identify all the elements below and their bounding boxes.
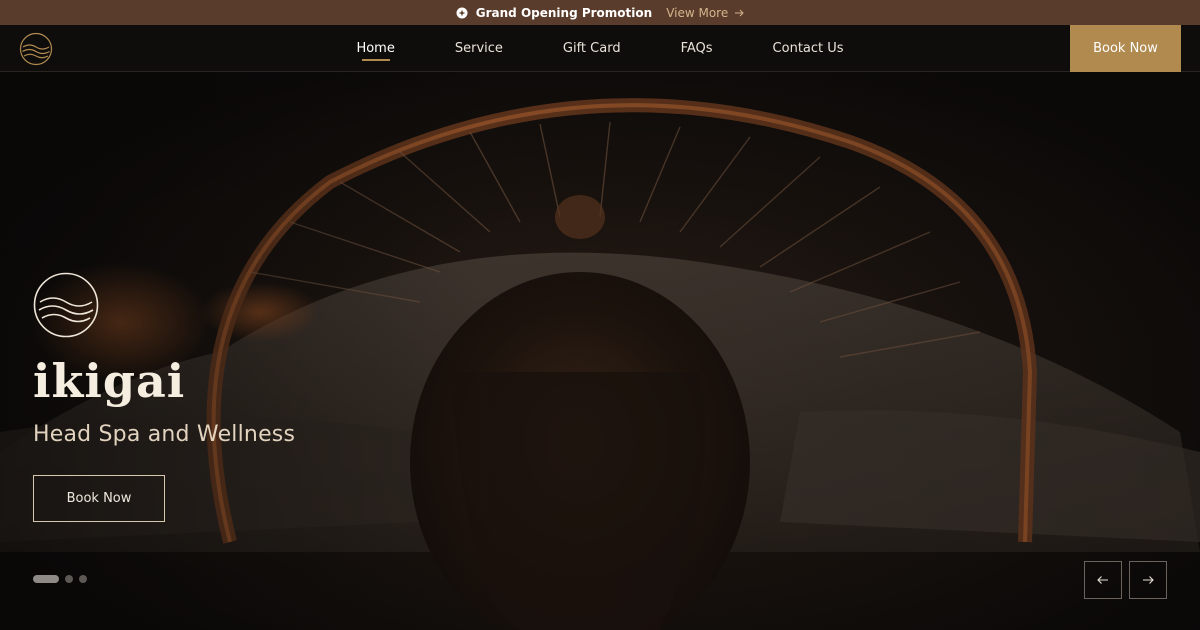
main-nav: Home Service Gift Card FAQs Contact Us: [0, 25, 1200, 72]
nav-item-faqs[interactable]: FAQs: [651, 25, 743, 72]
hero-book-now-button[interactable]: Book Now: [33, 475, 165, 522]
arrow-right-icon: [735, 9, 744, 16]
wave-circle-logo-icon[interactable]: [19, 32, 53, 66]
nav-item-gift-card[interactable]: Gift Card: [533, 25, 651, 72]
promo-title: Grand Opening Promotion: [475, 5, 653, 20]
promo-link-label: View More: [666, 5, 729, 20]
header-book-now-button[interactable]: Book Now: [1070, 25, 1181, 72]
nav-item-contact-us[interactable]: Contact Us: [743, 25, 874, 72]
hero-title: ikigai: [33, 354, 186, 408]
slider-dot-2[interactable]: [65, 575, 73, 583]
slider-next-button[interactable]: [1129, 561, 1167, 599]
promo-view-more-link[interactable]: View More: [666, 6, 744, 20]
hero-content: ikigai Head Spa and Wellness Book Now: [33, 272, 453, 522]
site-header: Home Service Gift Card FAQs Contact Us B…: [0, 25, 1200, 72]
hero-subtitle: Head Spa and Wellness: [33, 422, 296, 447]
nav-item-service[interactable]: Service: [425, 25, 533, 72]
slider-prev-button[interactable]: [1084, 561, 1122, 599]
slider-arrows: [1084, 561, 1167, 599]
sparkle-badge-icon: [456, 7, 468, 19]
wave-circle-logo-icon: [33, 272, 99, 338]
promo-bar: Grand Opening Promotion View More: [0, 0, 1200, 25]
arrow-right-icon: [1143, 576, 1154, 584]
slider-dot-3[interactable]: [79, 575, 87, 583]
slider-dot-1[interactable]: [33, 575, 59, 583]
nav-item-home[interactable]: Home: [326, 25, 424, 72]
slider-pagination: [33, 575, 87, 583]
arrow-left-icon: [1097, 576, 1108, 584]
hero-slider: ikigai Head Spa and Wellness Book Now: [0, 72, 1200, 630]
